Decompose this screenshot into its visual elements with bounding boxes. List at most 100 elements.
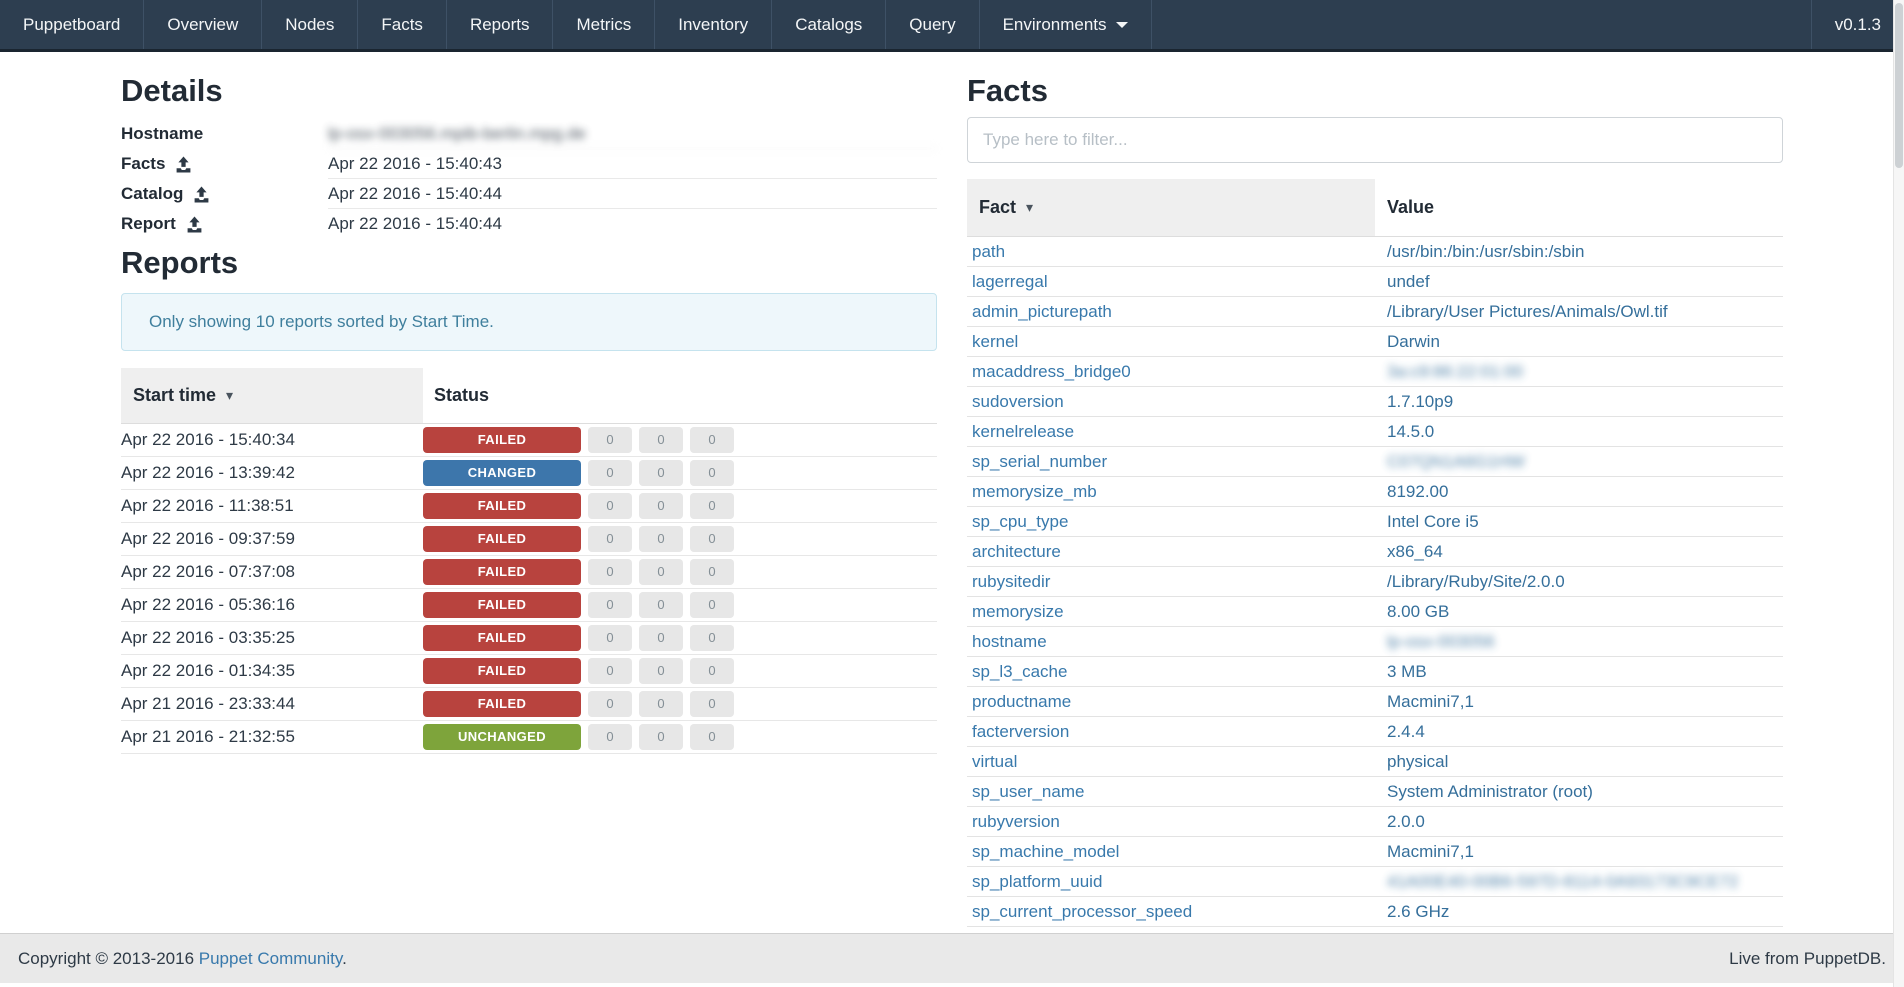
detail-label-hostname: Hostname — [121, 124, 328, 144]
report-start-time: Apr 22 2016 - 13:39:42 — [121, 463, 423, 483]
count-badge: 0 — [639, 526, 683, 552]
facts-heading: Facts — [967, 73, 1783, 109]
fact-value: 41A00E40-00B6-597D-8114-0A93173C9CE72 — [1375, 872, 1783, 892]
status-badge[interactable]: UNCHANGED — [423, 724, 581, 750]
nav-item-catalogs[interactable]: Catalogs — [772, 0, 886, 49]
nav-brand[interactable]: Puppetboard — [0, 0, 144, 49]
count-badge: 0 — [588, 460, 632, 486]
nav-item-query[interactable]: Query — [886, 0, 979, 49]
report-status-cell: FAILED000 — [423, 592, 937, 618]
count-badge: 0 — [639, 592, 683, 618]
upload-icon[interactable] — [175, 156, 192, 173]
count-badge: 0 — [690, 592, 734, 618]
report-start-time: Apr 22 2016 - 03:35:25 — [121, 628, 423, 648]
reports-table-header: Start time ▾ Status — [121, 368, 937, 424]
fact-value: /Library/User Pictures/Animals/Owl.tif — [1375, 302, 1783, 322]
status-badge[interactable]: FAILED — [423, 493, 581, 519]
column-header-value[interactable]: Value — [1375, 179, 1783, 236]
status-badge[interactable]: FAILED — [423, 592, 581, 618]
fact-value: Macmini7,1 — [1375, 692, 1783, 712]
fact-link[interactable]: kernelrelease — [967, 422, 1375, 442]
fact-link[interactable]: hostname — [967, 632, 1375, 652]
fact-link[interactable]: sp_cpu_type — [967, 512, 1375, 532]
fact-value: 1.7.10p9 — [1375, 392, 1783, 412]
fact-value: physical — [1375, 752, 1783, 772]
scrollbar[interactable] — [1893, 0, 1904, 987]
fact-link[interactable]: sp_platform_uuid — [967, 872, 1375, 892]
fact-link[interactable]: sp_l3_cache — [967, 662, 1375, 682]
left-column: Details Hostnamelp-osx-003056.mpib-berli… — [121, 52, 937, 927]
detail-label-text: Hostname — [121, 124, 203, 144]
fact-value: undef — [1375, 272, 1783, 292]
facts-filter-input[interactable] — [967, 117, 1783, 163]
report-start-time: Apr 21 2016 - 23:33:44 — [121, 694, 423, 714]
upload-icon[interactable] — [193, 186, 210, 203]
fact-link[interactable]: architecture — [967, 542, 1375, 562]
status-badge[interactable]: CHANGED — [423, 460, 581, 486]
nav-item-inventory[interactable]: Inventory — [655, 0, 772, 49]
fact-link[interactable]: rubysitedir — [967, 572, 1375, 592]
count-badge: 0 — [588, 427, 632, 453]
detail-label-report: Report — [121, 214, 328, 234]
report-start-time: Apr 22 2016 - 11:38:51 — [121, 496, 423, 516]
fact-link[interactable]: memorysize_mb — [967, 482, 1375, 502]
status-badge[interactable]: FAILED — [423, 526, 581, 552]
column-header-start-time[interactable]: Start time ▾ — [121, 368, 423, 423]
report-row: Apr 22 2016 - 11:38:51FAILED000 — [121, 490, 937, 523]
nav-environments-label: Environments — [1003, 15, 1107, 35]
reports-notice-text: Only showing 10 reports sorted by Start … — [149, 312, 494, 332]
report-row: Apr 22 2016 - 07:37:08FAILED000 — [121, 556, 937, 589]
status-badge[interactable]: FAILED — [423, 427, 581, 453]
count-badge: 0 — [639, 493, 683, 519]
fact-link[interactable]: sp_current_processor_speed — [967, 902, 1375, 922]
fact-link[interactable]: sudoversion — [967, 392, 1375, 412]
fact-link[interactable]: kernel — [967, 332, 1375, 352]
fact-link[interactable]: macaddress_bridge0 — [967, 362, 1375, 382]
fact-link[interactable]: virtual — [967, 752, 1375, 772]
nav-item-reports[interactable]: Reports — [447, 0, 554, 49]
puppet-community-link[interactable]: Puppet Community — [199, 949, 342, 968]
footer-source: Live from PuppetDB. — [1729, 949, 1886, 969]
count-badge: 0 — [639, 460, 683, 486]
fact-row: sudoversion1.7.10p9 — [967, 387, 1783, 417]
status-badge[interactable]: FAILED — [423, 691, 581, 717]
fact-row: macaddress_bridge03a:c9:86:22:01:00 — [967, 357, 1783, 387]
column-header-status[interactable]: Status — [423, 368, 937, 423]
status-badge[interactable]: FAILED — [423, 625, 581, 651]
nav-item-nodes[interactable]: Nodes — [262, 0, 358, 49]
navbar: Puppetboard OverviewNodesFactsReportsMet… — [0, 0, 1904, 52]
fact-link[interactable]: sp_machine_model — [967, 842, 1375, 862]
report-row: Apr 22 2016 - 01:34:35FAILED000 — [121, 655, 937, 688]
fact-link[interactable]: path — [967, 242, 1375, 262]
fact-link[interactable]: rubyversion — [967, 812, 1375, 832]
detail-label-text: Facts — [121, 154, 165, 174]
nav-item-metrics[interactable]: Metrics — [553, 0, 655, 49]
footer-copyright: Copyright © 2013-2016 Puppet Community. — [18, 949, 347, 969]
fact-link[interactable]: admin_picturepath — [967, 302, 1375, 322]
reports-notice: Only showing 10 reports sorted by Start … — [121, 293, 937, 351]
status-badge[interactable]: FAILED — [423, 658, 581, 684]
nav-item-environments[interactable]: Environments — [980, 0, 1152, 49]
fact-link[interactable]: sp_user_name — [967, 782, 1375, 802]
column-header-fact[interactable]: Fact ▾ — [967, 179, 1375, 236]
fact-row: sp_machine_modelMacmini7,1 — [967, 837, 1783, 867]
nav-item-facts[interactable]: Facts — [358, 0, 447, 49]
count-badge: 0 — [588, 493, 632, 519]
fact-link[interactable]: memorysize — [967, 602, 1375, 622]
nav-item-overview[interactable]: Overview — [144, 0, 262, 49]
detail-label-text: Catalog — [121, 184, 183, 204]
upload-icon[interactable] — [186, 216, 203, 233]
fact-link[interactable]: productname — [967, 692, 1375, 712]
scrollbar-thumb[interactable] — [1895, 3, 1903, 168]
details-table: Hostnamelp-osx-003056.mpib-berlin.mpg.de… — [121, 119, 937, 239]
count-badge: 0 — [639, 625, 683, 651]
fact-link[interactable]: lagerregal — [967, 272, 1375, 292]
fact-link[interactable]: sp_serial_number — [967, 452, 1375, 472]
status-badge[interactable]: FAILED — [423, 559, 581, 585]
fact-row: rubysitedir/Library/Ruby/Site/2.0.0 — [967, 567, 1783, 597]
fact-link[interactable]: facterversion — [967, 722, 1375, 742]
fact-row: productnameMacmini7,1 — [967, 687, 1783, 717]
fact-value: /Library/Ruby/Site/2.0.0 — [1375, 572, 1783, 592]
count-badge: 0 — [690, 493, 734, 519]
fact-row: kernelrelease14.5.0 — [967, 417, 1783, 447]
